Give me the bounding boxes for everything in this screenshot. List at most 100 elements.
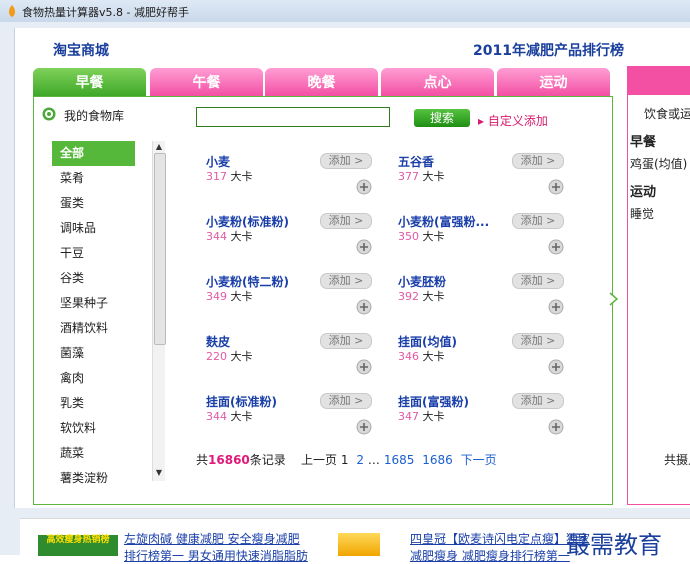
food-kcal: 347 大卡 bbox=[398, 410, 445, 423]
category-item[interactable]: 酒精饮料 bbox=[52, 316, 164, 341]
add-button[interactable]: 添加 > bbox=[512, 213, 564, 229]
food-kcal: 344 大卡 bbox=[206, 230, 253, 243]
add-button[interactable]: 添加 > bbox=[320, 273, 372, 289]
exercise-item[interactable]: 睡觉 bbox=[630, 205, 654, 222]
food-kcal: 346 大卡 bbox=[398, 350, 445, 363]
plus-icon[interactable] bbox=[356, 419, 372, 435]
ad-link[interactable]: 左旋肉碱 健康减肥 安全瘦身减肥 bbox=[124, 530, 300, 547]
category-item[interactable]: 谷类 bbox=[52, 266, 164, 291]
food-kcal: 344 大卡 bbox=[206, 410, 253, 423]
ad-image[interactable] bbox=[338, 533, 380, 556]
category-item[interactable]: 调味品 bbox=[52, 216, 164, 241]
category-scrollbar[interactable]: ▲ ▼ bbox=[152, 141, 166, 481]
plus-icon[interactable] bbox=[356, 179, 372, 195]
taobao-link[interactable]: 淘宝商城 bbox=[53, 40, 109, 60]
diet-label: 饮食或运 bbox=[644, 107, 690, 121]
category-item[interactable]: 菜肴 bbox=[52, 166, 164, 191]
plus-icon[interactable] bbox=[548, 179, 564, 195]
prev-page-link[interactable]: 上一页 bbox=[301, 453, 337, 467]
library-label: 我的食物库 bbox=[64, 109, 125, 123]
ad-strip: 高效瘦身热销榜 左旋肉碱 健康减肥 安全瘦身减肥 排行榜第一 男女通用快速消脂脂… bbox=[20, 518, 690, 563]
add-button[interactable]: 添加 > bbox=[320, 333, 372, 349]
add-button[interactable]: 添加 > bbox=[320, 393, 372, 409]
food-item: 挂面(富强粉) 347 大卡 添加 > bbox=[398, 393, 578, 449]
food-kcal: 220 大卡 bbox=[206, 350, 253, 363]
ad-link[interactable]: 减肥瘦身 减肥瘦身排行榜第一 bbox=[410, 547, 570, 564]
total-intake: 共摄入 bbox=[664, 453, 690, 467]
record-prefix: 共 bbox=[196, 453, 209, 467]
category-item[interactable]: 干豆 bbox=[52, 241, 164, 266]
plus-icon[interactable] bbox=[548, 419, 564, 435]
tab-breakfast[interactable]: 早餐 bbox=[33, 68, 146, 98]
window-title: 食物热量计算器v5.8 - 减肥好帮手 bbox=[22, 6, 189, 19]
page-1: 1 bbox=[340, 453, 349, 467]
category-item[interactable]: 坚果种子 bbox=[52, 291, 164, 316]
food-kcal: 377 大卡 bbox=[398, 170, 445, 183]
add-button[interactable]: 添加 > bbox=[512, 333, 564, 349]
category-item[interactable]: 全部 bbox=[52, 141, 135, 166]
content-panel: 淘宝商城 2011年减肥产品排行榜 早餐 午餐 晚餐 点心 运动 我的食物库 搜… bbox=[14, 28, 690, 508]
expand-arrow-icon[interactable] bbox=[609, 292, 619, 306]
plus-icon[interactable] bbox=[548, 359, 564, 375]
summary-header bbox=[628, 67, 690, 95]
add-button[interactable]: 添加 > bbox=[320, 153, 372, 169]
category-item[interactable]: 禽肉 bbox=[52, 366, 164, 391]
category-item[interactable]: 菌藻 bbox=[52, 341, 164, 366]
food-item: 挂面(均值) 346 大卡 添加 > bbox=[398, 333, 578, 389]
category-item[interactable]: 软饮料 bbox=[52, 416, 164, 441]
scroll-up-icon[interactable]: ▲ bbox=[155, 143, 163, 151]
exercise-heading: 运动 bbox=[630, 185, 657, 200]
food-item: 小麦粉(富强粉... 350 大卡 添加 > bbox=[398, 213, 578, 269]
food-kcal: 317 大卡 bbox=[206, 170, 253, 183]
food-kcal: 350 大卡 bbox=[398, 230, 445, 243]
plus-icon[interactable] bbox=[356, 359, 372, 375]
page-ellipsis: … bbox=[367, 453, 380, 467]
plus-icon[interactable] bbox=[548, 299, 564, 315]
tab-dinner[interactable]: 晚餐 bbox=[265, 68, 378, 96]
tab-lunch[interactable]: 午餐 bbox=[150, 68, 263, 96]
page-1685-link[interactable]: 1685 bbox=[384, 453, 415, 467]
add-button[interactable]: 添加 > bbox=[320, 213, 372, 229]
ad-link[interactable]: 排行榜第一 男女通用快速消脂脂肪 bbox=[124, 547, 308, 564]
food-item: 小麦粉(标准粉) 344 大卡 添加 > bbox=[206, 213, 386, 269]
ad-link[interactable]: 四皇冠【欧麦诗闪电定点瘦】独家 bbox=[410, 530, 590, 547]
category-item[interactable]: 蔬菜 bbox=[52, 441, 164, 466]
search-button[interactable]: 搜索 bbox=[414, 109, 470, 127]
leaf-icon bbox=[42, 107, 56, 121]
food-item: 小麦 317 大卡 添加 > bbox=[206, 153, 386, 209]
next-page-link[interactable]: 下一页 bbox=[461, 453, 497, 467]
plus-icon[interactable] bbox=[356, 239, 372, 255]
window-titlebar: 食物热量计算器v5.8 - 减肥好帮手 bbox=[0, 0, 690, 23]
app-frame: 淘宝商城 2011年减肥产品排行榜 早餐 午餐 晚餐 点心 运动 我的食物库 搜… bbox=[0, 22, 690, 563]
add-button[interactable]: 添加 > bbox=[512, 393, 564, 409]
category-item[interactable]: 蛋类 bbox=[52, 191, 164, 216]
search-input[interactable] bbox=[196, 107, 390, 127]
category-list: 全部 菜肴 蛋类 调味品 干豆 谷类 坚果种子 酒精饮料 菌藻 禽肉 乳类 软饮… bbox=[52, 141, 164, 491]
food-library-panel: 我的食物库 搜索 ▸ 自定义添加 全部 菜肴 蛋类 调味品 干豆 谷类 坚果种子… bbox=[33, 96, 613, 505]
page-1686-link[interactable]: 1686 bbox=[422, 453, 453, 467]
category-item[interactable]: 乳类 bbox=[52, 391, 164, 416]
food-item: 麸皮 220 大卡 添加 > bbox=[206, 333, 386, 389]
add-button[interactable]: 添加 > bbox=[512, 153, 564, 169]
food-item: 五谷香 377 大卡 添加 > bbox=[398, 153, 578, 209]
custom-add-link[interactable]: ▸ 自定义添加 bbox=[478, 112, 548, 129]
add-button[interactable]: 添加 > bbox=[512, 273, 564, 289]
food-kcal: 392 大卡 bbox=[398, 290, 445, 303]
tab-exercise[interactable]: 运动 bbox=[497, 68, 610, 96]
food-item: 小麦粉(特二粉) 349 大卡 添加 > bbox=[206, 273, 386, 329]
custom-add-label: 自定义添加 bbox=[487, 114, 548, 128]
breakfast-heading: 早餐 bbox=[630, 135, 657, 150]
scroll-down-icon[interactable]: ▼ bbox=[155, 469, 163, 477]
ad-image[interactable]: 高效瘦身热销榜 bbox=[38, 535, 118, 556]
category-item[interactable]: 薯类淀粉 bbox=[52, 466, 164, 491]
food-item: 小麦胚粉 392 大卡 添加 > bbox=[398, 273, 578, 329]
plus-icon[interactable] bbox=[356, 299, 372, 315]
record-count: 16860 bbox=[208, 453, 250, 467]
diet-summary-panel: 饮食或运 早餐 鸡蛋(均值) 运动 睡觉 共摄入 bbox=[627, 66, 690, 505]
scrollbar-thumb[interactable] bbox=[154, 153, 166, 345]
ranking-link[interactable]: 2011年减肥产品排行榜 bbox=[473, 40, 624, 60]
breakfast-item[interactable]: 鸡蛋(均值) bbox=[630, 155, 687, 172]
tab-snack[interactable]: 点心 bbox=[381, 68, 494, 96]
plus-icon[interactable] bbox=[548, 239, 564, 255]
page-2-link[interactable]: 2 bbox=[356, 453, 364, 467]
